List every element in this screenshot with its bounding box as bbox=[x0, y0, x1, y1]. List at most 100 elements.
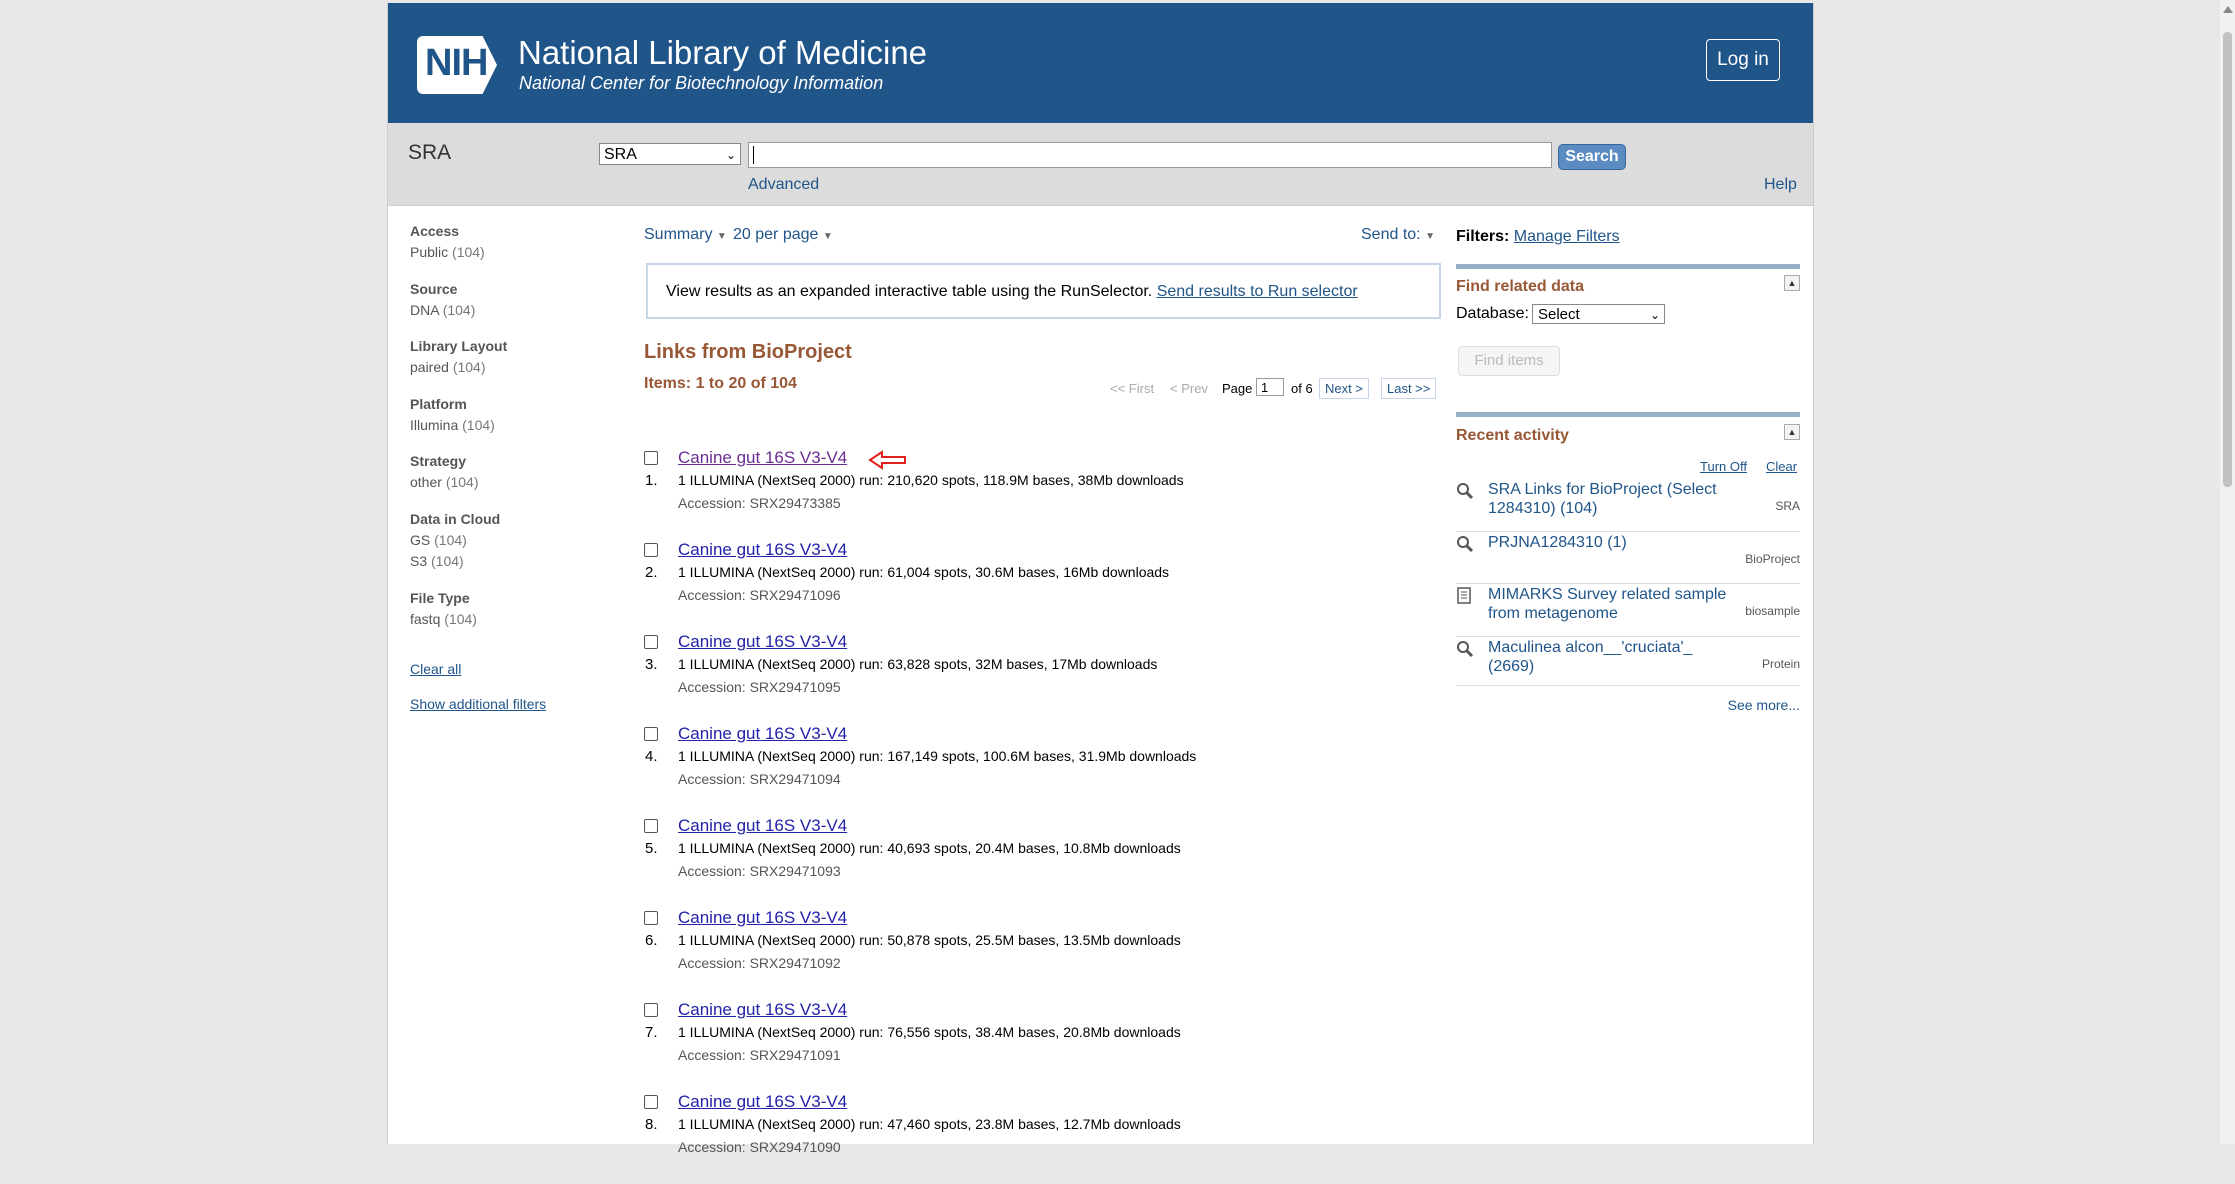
collapse-icon[interactable]: ▲ bbox=[1784, 424, 1800, 440]
result-description: 1 ILLUMINA (NextSeq 2000) run: 167,149 s… bbox=[678, 748, 1197, 764]
result-description: 1 ILLUMINA (NextSeq 2000) run: 50,878 sp… bbox=[678, 932, 1181, 948]
result-title-link[interactable]: Canine gut 16S V3-V4 bbox=[678, 1000, 847, 1020]
scroll-up-icon[interactable] bbox=[2223, 6, 2233, 13]
manage-filters-link[interactable]: Manage Filters bbox=[1514, 228, 1620, 245]
result-description: 1 ILLUMINA (NextSeq 2000) run: 40,693 sp… bbox=[678, 840, 1181, 856]
recent-activity-title[interactable]: Recent activity bbox=[1456, 427, 1569, 445]
document-icon bbox=[1457, 587, 1471, 604]
recent-activity-item[interactable]: Maculinea alcon__'cruciata'_ (2669) Prote… bbox=[1456, 638, 1800, 686]
format-dropdown[interactable]: Summary ▼ bbox=[644, 226, 727, 244]
page-number-input[interactable]: 1 bbox=[1256, 378, 1284, 396]
facet-item[interactable]: Illumina (104) bbox=[410, 417, 495, 433]
facet-item[interactable]: other (104) bbox=[410, 474, 479, 490]
facet-item[interactable]: fastq (104) bbox=[410, 611, 477, 627]
result-checkbox[interactable] bbox=[644, 727, 658, 741]
result-description: 1 ILLUMINA (NextSeq 2000) run: 63,828 sp… bbox=[678, 656, 1158, 672]
recent-activity-link[interactable]: SRA Links for BioProject (Select 1284310… bbox=[1488, 480, 1738, 518]
facet-title: Source bbox=[410, 281, 458, 297]
result-checkbox[interactable] bbox=[644, 1095, 658, 1109]
result-description: 1 ILLUMINA (NextSeq 2000) run: 210,620 s… bbox=[678, 472, 1184, 488]
runselector-text: View results as an expanded interactive … bbox=[666, 283, 1153, 300]
login-button[interactable]: Log in bbox=[1706, 39, 1780, 81]
facet-item[interactable]: Public (104) bbox=[410, 244, 485, 260]
result-checkbox[interactable] bbox=[644, 451, 658, 465]
clear-activity-link[interactable]: Clear bbox=[1766, 459, 1797, 474]
search-bar: SRA SRA ⌄ Search Advanced Help bbox=[388, 123, 1813, 206]
facet-title: Strategy bbox=[410, 453, 467, 469]
result-item: 5. Canine gut 16S V3-V4 1 ILLUMINA (NextSe… bbox=[644, 816, 1442, 908]
send-to-dropdown[interactable]: Send to: ▼ bbox=[1361, 226, 1435, 244]
result-number: 4. bbox=[645, 748, 658, 765]
see-more-link[interactable]: See more... bbox=[1728, 697, 1800, 713]
chevron-down-icon: ⌄ bbox=[725, 148, 736, 162]
result-title-link[interactable]: Canine gut 16S V3-V4 bbox=[678, 908, 847, 928]
facet-item[interactable]: DNA (104) bbox=[410, 302, 475, 318]
recent-activity-item[interactable]: SRA Links for BioProject (Select 1284310… bbox=[1456, 480, 1800, 532]
advanced-link[interactable]: Advanced bbox=[748, 176, 819, 194]
result-title-link[interactable]: Canine gut 16S V3-V4 bbox=[678, 632, 847, 652]
recent-activity-link[interactable]: PRJNA1284310 (1) bbox=[1488, 533, 1738, 552]
result-number: 5. bbox=[645, 840, 658, 857]
nih-logo[interactable]: NIH bbox=[417, 36, 497, 94]
prev-page-link[interactable]: < Prev bbox=[1170, 381, 1208, 396]
recent-activity-db: BioProject bbox=[1745, 552, 1800, 566]
next-page-link[interactable]: Next > bbox=[1319, 378, 1369, 399]
clear-all-link[interactable]: Clear all bbox=[410, 661, 461, 677]
recent-activity-db: biosample bbox=[1745, 604, 1800, 618]
recent-activity-db: Protein bbox=[1761, 657, 1800, 671]
recent-activity-link[interactable]: MIMARKS Survey related sample from metag… bbox=[1488, 585, 1738, 623]
facet-item[interactable]: GS (104) bbox=[410, 532, 500, 548]
result-item: 2. Canine gut 16S V3-V4 1 ILLUMINA (NextSe… bbox=[644, 540, 1442, 632]
portlet-divider bbox=[1456, 412, 1800, 417]
recent-activity-db: SRA bbox=[1775, 499, 1800, 513]
turn-off-link[interactable]: Turn Off bbox=[1700, 459, 1747, 474]
show-additional-filters-link[interactable]: Show additional filters bbox=[410, 696, 546, 712]
send-to-run-selector-link[interactable]: Send results to Run selector bbox=[1157, 283, 1358, 300]
result-accession: Accession: SRX29471093 bbox=[678, 863, 841, 879]
result-number: 8. bbox=[645, 1116, 658, 1133]
facet-title: File Type bbox=[410, 590, 470, 606]
result-description: 1 ILLUMINA (NextSeq 2000) run: 47,460 sp… bbox=[678, 1116, 1181, 1132]
org-title[interactable]: National Library of Medicine bbox=[518, 34, 927, 72]
result-checkbox[interactable] bbox=[644, 543, 658, 557]
portlet-divider bbox=[1456, 264, 1800, 269]
help-link[interactable]: Help bbox=[1764, 176, 1797, 194]
scroll-thumb[interactable] bbox=[2223, 32, 2232, 487]
search-input[interactable] bbox=[748, 142, 1552, 168]
result-number: 3. bbox=[645, 656, 658, 673]
search-button[interactable]: Search bbox=[1558, 144, 1626, 170]
result-accession: Accession: SRX29473385 bbox=[678, 495, 841, 511]
result-title-link[interactable]: Canine gut 16S V3-V4 bbox=[678, 540, 847, 560]
result-title-link[interactable]: Canine gut 16S V3-V4 bbox=[678, 448, 847, 468]
result-checkbox[interactable] bbox=[644, 911, 658, 925]
result-item: 1. Canine gut 16S V3-V4 1 ILLUMINA (NextSe… bbox=[644, 448, 1442, 540]
facet-item[interactable]: paired (104) bbox=[410, 359, 507, 375]
per-page-dropdown[interactable]: 20 per page ▼ bbox=[733, 226, 833, 244]
org-subtitle[interactable]: National Center for Biotechnology Inform… bbox=[519, 73, 883, 94]
collapse-icon[interactable]: ▲ bbox=[1784, 275, 1800, 291]
result-checkbox[interactable] bbox=[644, 635, 658, 649]
recent-activity-item[interactable]: PRJNA1284310 (1) BioProject bbox=[1456, 533, 1800, 584]
scrollbar[interactable] bbox=[2220, 0, 2235, 1144]
facet-group: Platform Illumina (104) bbox=[410, 396, 495, 433]
result-title-link[interactable]: Canine gut 16S V3-V4 bbox=[678, 816, 847, 836]
result-title-link[interactable]: Canine gut 16S V3-V4 bbox=[678, 724, 847, 744]
related-database-select[interactable]: Select ⌄ bbox=[1532, 304, 1665, 324]
recent-activity-item[interactable]: MIMARKS Survey related sample from metag… bbox=[1456, 585, 1800, 637]
database-label: Database: bbox=[1456, 305, 1529, 322]
page-label: Page bbox=[1222, 381, 1253, 396]
result-title-link[interactable]: Canine gut 16S V3-V4 bbox=[678, 1092, 847, 1112]
last-page-link[interactable]: Last >> bbox=[1381, 378, 1437, 399]
facet-item[interactable]: S3 (104) bbox=[410, 553, 500, 569]
result-checkbox[interactable] bbox=[644, 1003, 658, 1017]
result-accession: Accession: SRX29471090 bbox=[678, 1139, 841, 1155]
result-item: 8. Canine gut 16S V3-V4 1 ILLUMINA (NextSe… bbox=[644, 1092, 1442, 1184]
first-page-link[interactable]: << First bbox=[1110, 381, 1154, 396]
find-related-title[interactable]: Find related data bbox=[1456, 278, 1584, 296]
find-items-button[interactable]: Find items bbox=[1458, 346, 1560, 376]
facet-group: Data in Cloud GS (104) S3 (104) bbox=[410, 511, 500, 569]
result-checkbox[interactable] bbox=[644, 819, 658, 833]
facet-group: File Type fastq (104) bbox=[410, 590, 477, 627]
database-select[interactable]: SRA ⌄ bbox=[599, 143, 741, 165]
recent-activity-link[interactable]: Maculinea alcon__'cruciata'_ (2669) bbox=[1488, 638, 1738, 676]
